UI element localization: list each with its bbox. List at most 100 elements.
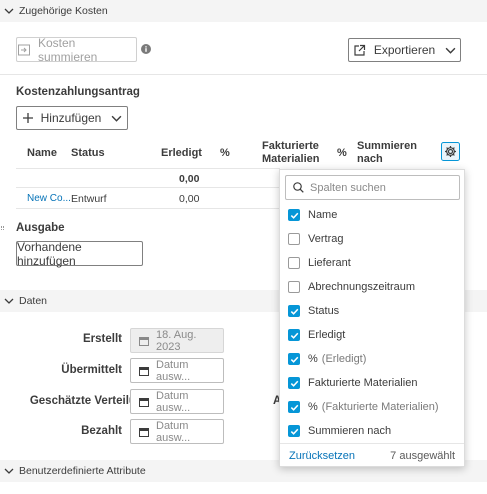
column-search-box[interactable] — [285, 175, 460, 200]
calendar-icon — [139, 336, 149, 346]
paid-date-placeholder: Datum ausw... — [156, 419, 191, 444]
column-header-sum-line2: nach — [357, 153, 383, 165]
column-option-label: Lieferant — [308, 257, 351, 269]
section-title-costs: Zugehörige Kosten — [19, 5, 108, 17]
row-name-link[interactable]: New Co... — [27, 193, 71, 204]
checkbox-unchecked[interactable] — [288, 257, 300, 269]
column-option-sublabel: (Fakturierte Materialien) — [321, 401, 439, 413]
column-header-invoiced-line1: Fakturierte — [262, 140, 319, 152]
add-existing-button[interactable]: Vorhandene hinzufügen — [16, 239, 143, 268]
column-option[interactable]: Name — [288, 207, 337, 223]
estimated-date-field[interactable]: Datum ausw... — [130, 389, 224, 414]
column-option[interactable]: % (Fakturierte Materialien) — [288, 399, 439, 415]
column-search-input[interactable] — [310, 181, 450, 194]
created-label: Erstellt — [83, 333, 122, 345]
column-option[interactable]: Erledigt — [288, 327, 345, 343]
calendar-icon — [139, 397, 149, 407]
reset-link[interactable]: Zurücksetzen — [289, 450, 355, 462]
calendar-icon — [139, 427, 149, 437]
column-option-label: Abrechnungszeitraum — [308, 281, 416, 293]
chevron-down-icon — [4, 468, 14, 474]
column-header-name[interactable]: Name — [27, 147, 57, 160]
chevron-down-icon — [111, 115, 122, 122]
checkbox-checked[interactable] — [288, 401, 300, 413]
total-done-value: 0,00 — [179, 173, 200, 185]
payment-request-title: Kostenzahlungsantrag — [16, 86, 140, 98]
export-label: Exportieren — [373, 43, 436, 57]
chevron-down-icon — [445, 47, 456, 54]
export-button[interactable]: Exportieren — [348, 38, 461, 62]
column-option-label: % — [308, 353, 318, 365]
row-done: 0,00 — [179, 193, 200, 205]
column-option-label: Status — [308, 305, 340, 317]
calendar-icon — [139, 366, 149, 376]
sum-icon — [18, 44, 30, 55]
resize-handle[interactable] — [1, 226, 4, 230]
checkbox-unchecked[interactable] — [288, 233, 300, 245]
table-row-divider — [16, 208, 280, 209]
column-header-sum-line1: Summieren — [357, 140, 417, 152]
column-option[interactable]: Summieren nach — [288, 423, 391, 439]
column-option[interactable]: Fakturierte Materialien — [288, 375, 417, 391]
section-title-data: Daten — [19, 295, 48, 307]
created-date-value: 18. Aug. 2023 — [156, 328, 197, 353]
estimated-label: Geschätzte Verteilung — [29, 395, 150, 407]
divider — [0, 74, 487, 75]
paid-date-field[interactable]: Datum ausw... — [130, 419, 224, 444]
column-header-percent-done[interactable]: % — [220, 147, 230, 160]
check-icon — [290, 428, 298, 435]
check-icon — [290, 380, 298, 387]
submitted-date-placeholder: Datum ausw... — [156, 358, 191, 383]
column-option-sublabel: (Erledigt) — [321, 353, 367, 365]
created-date-field: 18. Aug. 2023 — [130, 328, 224, 353]
gear-icon[interactable] — [441, 142, 460, 161]
column-option[interactable]: Abrechnungszeitraum — [288, 279, 415, 295]
checkbox-checked[interactable] — [288, 329, 300, 341]
column-header-done[interactable]: Erledigt — [161, 147, 202, 160]
expense-title: Ausgabe — [16, 222, 65, 234]
column-option-label: Fakturierte Materialien — [308, 377, 418, 389]
export-icon — [354, 44, 365, 56]
column-header-status[interactable]: Status — [71, 147, 105, 160]
column-option[interactable]: Lieferant — [288, 255, 351, 271]
checkbox-checked[interactable] — [288, 377, 300, 389]
chevron-down-icon — [4, 298, 14, 304]
column-header-invoiced[interactable]: Fakturierte Materialien — [262, 140, 320, 166]
paid-label: Bezahlt — [81, 425, 122, 437]
column-header-sum[interactable]: Summieren nach — [357, 140, 417, 166]
checkbox-checked[interactable] — [288, 425, 300, 437]
column-option-label: Erledigt — [308, 329, 346, 341]
add-existing-label: Vorhandene hinzufügen — [17, 239, 82, 268]
sum-costs-button[interactable]: Kosten summieren — [16, 36, 137, 64]
check-icon — [290, 356, 298, 363]
section-title-custom: Benutzerdefinierte Attribute — [19, 465, 146, 477]
table-header-divider — [16, 168, 280, 169]
check-icon — [290, 332, 298, 339]
submitted-date-field[interactable]: Datum ausw... — [130, 358, 224, 383]
add-button[interactable]: Hinzufügen — [16, 106, 128, 130]
checkbox-unchecked[interactable] — [288, 281, 300, 293]
table-total-divider — [16, 187, 280, 188]
section-header-costs[interactable]: Zugehörige Kosten — [0, 0, 487, 22]
column-header-percent-invoiced[interactable]: % — [337, 147, 347, 160]
info-icon[interactable] — [141, 44, 151, 54]
column-option[interactable]: Status — [288, 303, 339, 319]
row-status: Entwurf — [71, 193, 107, 205]
column-option-label: Name — [308, 209, 338, 221]
column-option-label: % — [308, 401, 318, 413]
column-option-label: Summieren nach — [308, 425, 392, 437]
add-label: Hinzufügen — [40, 111, 102, 125]
column-option[interactable]: Vertrag — [288, 231, 343, 247]
check-icon — [290, 308, 298, 315]
checkbox-checked[interactable] — [288, 353, 300, 365]
check-icon — [290, 404, 298, 411]
column-option[interactable]: % (Erledigt) — [288, 351, 366, 367]
column-header-invoiced-line2: Materialien — [262, 153, 320, 165]
checkbox-checked[interactable] — [288, 209, 300, 221]
column-picker-popup: Name Vertrag Lieferant Abrechnungszeitraum S… — [279, 169, 465, 467]
column-option-label: Vertrag — [308, 233, 344, 245]
checkbox-checked[interactable] — [288, 305, 300, 317]
submitted-label: Übermittelt — [61, 364, 122, 376]
search-icon — [293, 182, 304, 193]
chevron-down-icon — [4, 8, 14, 14]
